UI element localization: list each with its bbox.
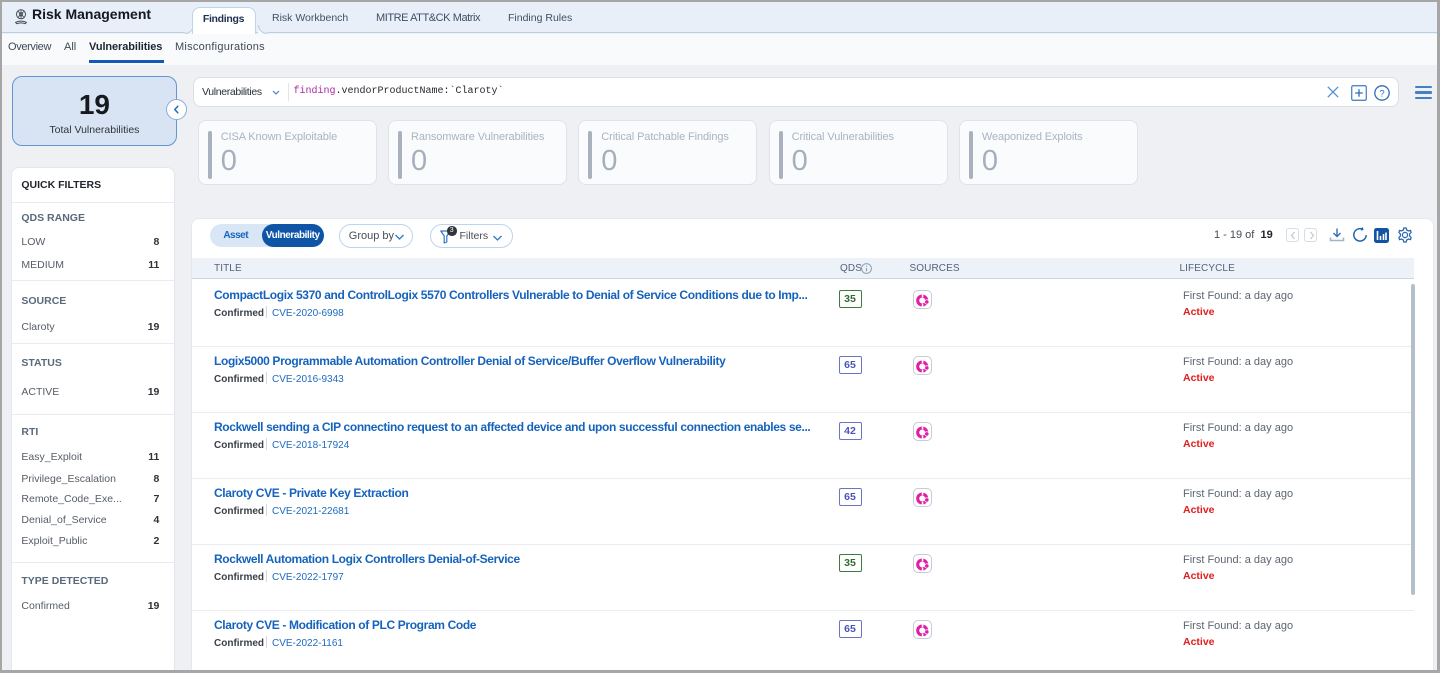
svg-text:?: ? bbox=[1379, 88, 1384, 99]
